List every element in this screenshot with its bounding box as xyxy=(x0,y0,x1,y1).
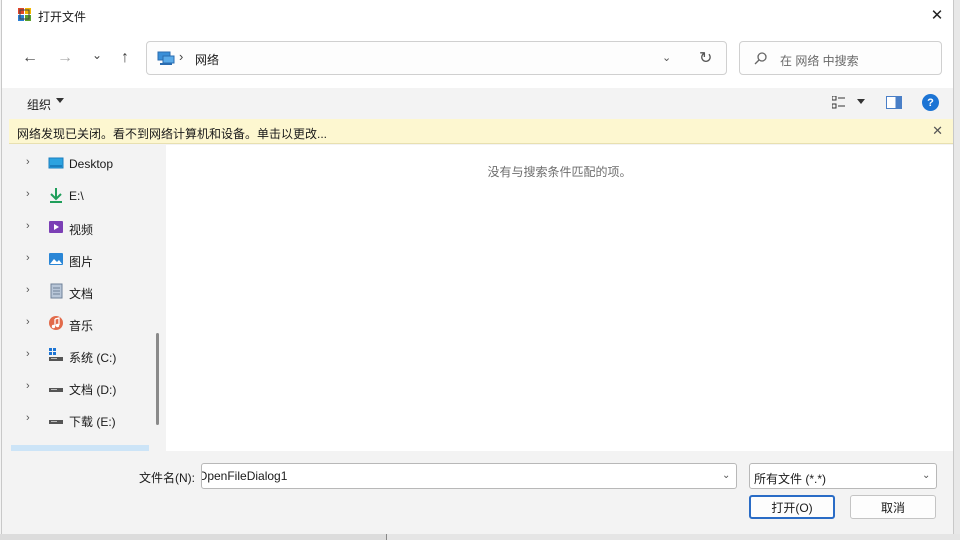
search-icon xyxy=(754,52,767,65)
infobar-message[interactable]: 网络发现已关闭。看不到网络计算机和设备。单击以更改... xyxy=(17,125,327,142)
pictures-icon xyxy=(49,253,63,265)
recent-locations-button[interactable]: ⌄ xyxy=(86,45,108,65)
chevron-right-icon[interactable]: › xyxy=(26,412,30,424)
up-button[interactable]: ↑ xyxy=(114,48,136,68)
sidebar-item-documents[interactable]: › 文档 xyxy=(9,277,157,305)
drive-icon xyxy=(49,420,63,424)
organize-button[interactable]: 组织 xyxy=(27,96,51,113)
chevron-right-icon[interactable]: › xyxy=(26,348,30,360)
background-right-edge xyxy=(954,0,960,540)
back-button[interactable]: ← xyxy=(19,48,41,68)
open-file-dialog: 打开文件 ✕ ← → ⌄ ↑ › 网络 ⌄ ↻ 在 网络 中搜索 组织 ? 网络… xyxy=(1,0,954,534)
sidebar-item-label: 视频 xyxy=(69,223,94,237)
dialog-footer: 文件名(N): ⌄ 所有文件 (*.*) ⌄ 打开(O) 取消 xyxy=(2,451,953,534)
sidebar-item-label: 音乐 xyxy=(69,319,94,333)
filename-label: 文件名(N): xyxy=(139,471,195,485)
sidebar-item-downloads-e[interactable]: › 下载 (E:) xyxy=(9,405,157,433)
close-button[interactable]: ✕ xyxy=(921,0,953,30)
sidebar-item-music[interactable]: › 音乐 xyxy=(9,309,157,337)
sidebar-item-label: 文档 (D:) xyxy=(69,383,117,397)
close-icon: ✕ xyxy=(930,7,944,24)
network-discovery-infobar[interactable]: 网络发现已关闭。看不到网络计算机和设备。单击以更改... ✕ xyxy=(9,119,953,144)
close-icon[interactable]: ✕ xyxy=(932,123,943,139)
breadcrumb-network[interactable]: 网络 xyxy=(195,51,219,68)
empty-results-message: 没有与搜索条件匹配的项。 xyxy=(487,165,632,179)
documents-icon xyxy=(50,283,63,299)
filename-combobox[interactable]: ⌄ xyxy=(201,463,737,489)
network-icon xyxy=(157,51,175,65)
drive-icon xyxy=(49,388,63,392)
system-drive-icon xyxy=(49,348,63,361)
chevron-down-icon[interactable]: ⌄ xyxy=(722,470,730,481)
video-icon xyxy=(49,221,63,233)
chevron-right-icon[interactable]: › xyxy=(26,220,30,232)
up-arrow-icon: ↑ xyxy=(121,49,129,66)
address-dropdown-icon[interactable]: ⌄ xyxy=(662,51,671,64)
command-toolbar: 组织 ? xyxy=(2,88,953,118)
chevron-right-icon[interactable]: › xyxy=(26,156,30,168)
search-placeholder: 在 网络 中搜索 xyxy=(780,54,859,68)
chevron-right-icon[interactable]: › xyxy=(26,284,30,296)
search-input[interactable]: 在 网络 中搜索 xyxy=(739,41,942,75)
help-icon[interactable]: ? xyxy=(922,94,939,111)
chevron-right-icon[interactable]: › xyxy=(26,188,30,200)
window-title: 打开文件 xyxy=(38,10,87,24)
background-bottom-panel xyxy=(0,534,387,540)
file-list[interactable]: 没有与搜索条件匹配的项。 xyxy=(166,145,953,451)
filetype-select[interactable]: 所有文件 (*.*) ⌄ xyxy=(749,463,937,489)
breadcrumb-separator-icon: › xyxy=(179,49,184,64)
navigation-bar: ← → ⌄ ↑ › 网络 ⌄ ↻ 在 网络 中搜索 xyxy=(2,30,953,88)
sidebar-item-label: 文档 xyxy=(69,287,94,301)
refresh-icon[interactable]: ↻ xyxy=(699,48,712,68)
filename-input[interactable] xyxy=(202,464,712,488)
forward-button[interactable]: → xyxy=(54,48,76,68)
preview-pane-icon[interactable] xyxy=(886,96,902,109)
chevron-right-icon[interactable]: › xyxy=(26,380,30,392)
chevron-right-icon[interactable]: › xyxy=(26,316,30,328)
sidebar-scrollbar[interactable] xyxy=(156,333,159,425)
desktop-icon xyxy=(48,157,64,169)
app-icon xyxy=(18,8,31,21)
view-options-icon[interactable] xyxy=(832,96,846,109)
sidebar-item-label: 系统 (C:) xyxy=(69,351,117,365)
sidebar-item-desktop[interactable]: › Desktop xyxy=(9,149,157,177)
navigation-pane: › Desktop › E:\ › 视频 › 图片 › 文档 › 音乐 › 系统… xyxy=(9,145,164,451)
address-bar[interactable]: › 网络 ⌄ ↻ xyxy=(146,41,727,75)
chevron-down-icon: ⌄ xyxy=(91,48,103,62)
sidebar-item-label: 图片 xyxy=(69,255,94,269)
forward-arrow-icon: → xyxy=(57,49,73,66)
sidebar-item-label: Desktop xyxy=(69,157,114,171)
sidebar-item-pictures[interactable]: › 图片 xyxy=(9,245,157,273)
filetype-value: 所有文件 (*.*) xyxy=(754,472,827,486)
sidebar-item-videos[interactable]: › 视频 xyxy=(9,213,157,241)
chevron-down-icon[interactable]: ⌄ xyxy=(922,470,930,481)
sidebar-item-system-c[interactable]: › 系统 (C:) xyxy=(9,341,157,369)
download-arrow-icon xyxy=(50,188,62,203)
caret-down-icon[interactable] xyxy=(857,99,865,104)
sidebar-item-documents-d[interactable]: › 文档 (D:) xyxy=(9,373,157,401)
music-icon xyxy=(49,316,63,330)
sidebar-item-e-drive[interactable]: › E:\ xyxy=(9,181,157,209)
sidebar-item-label: 下载 (E:) xyxy=(69,415,116,429)
title-bar: 打开文件 ✕ xyxy=(2,0,953,30)
open-button[interactable]: 打开(O) xyxy=(749,495,835,519)
sidebar-item-label: E:\ xyxy=(69,189,84,203)
back-arrow-icon: ← xyxy=(22,49,38,66)
chevron-right-icon[interactable]: › xyxy=(26,252,30,264)
cancel-button[interactable]: 取消 xyxy=(850,495,936,519)
caret-down-icon[interactable] xyxy=(56,98,64,103)
